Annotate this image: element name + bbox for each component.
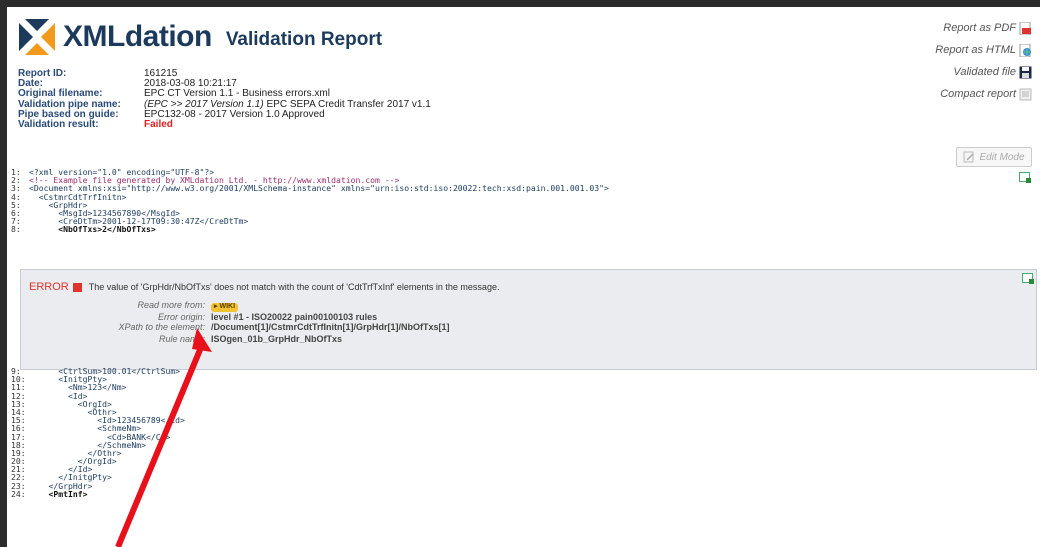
wiki-label: WIKI xyxy=(219,303,236,310)
meta-value-rest: EPC SEPA Credit Transfer 2017 v1.1 xyxy=(263,98,431,110)
code-line: 4: <CstmrCdtTrfInitn> xyxy=(7,192,1040,200)
code-line: 20: </OrgId> xyxy=(7,457,1040,465)
code-line: 22: </InitgPty> xyxy=(7,473,1040,481)
action-label: Validated file xyxy=(953,66,1016,78)
detail-label: Error origin: xyxy=(157,311,205,322)
code-line: 3: <Document xmlns:xsi="http://www.w3.org… xyxy=(7,184,1040,192)
xml-code-view: 1: <?xml version="1.0" encoding="UTF-8"?>… xyxy=(7,168,1040,234)
detail-label: XPath to the element: xyxy=(118,321,205,332)
edit-mode-button[interactable]: Edit Mode xyxy=(956,147,1032,167)
status-badge: Failed xyxy=(144,119,173,131)
action-label: Report as HTML xyxy=(935,44,1016,56)
edit-icon xyxy=(963,151,975,163)
detail-row: Error origin: level #1 - ISO20022 pain00… xyxy=(101,312,450,322)
code-line: 15: <Id>123456789</Id> xyxy=(7,416,1040,424)
report-actions: Report as PDF Report as HTML Validated f… xyxy=(935,17,1032,105)
code-line: 8: <NbOfTxs>2</NbOfTxs> xyxy=(7,225,1040,233)
xml-code-view-bottom: 9: <CtrlSum>100.01</CtrlSum> 10: <InitgPt… xyxy=(7,367,1040,498)
detail-row: Rule name: ISOgen_01b_GrpHdr_NbOfTxs xyxy=(101,334,450,344)
code-line: 12: <Id> xyxy=(7,391,1040,399)
report-as-html-link[interactable]: Report as HTML xyxy=(935,39,1032,61)
code-line: 13: <OrgId> xyxy=(7,400,1040,408)
detail-row: XPath to the element: /Document[1]/Cstmr… xyxy=(101,321,450,332)
error-details: Read more from: ▸ WIKI Error origin: lev… xyxy=(101,300,450,344)
action-label: Report as PDF xyxy=(943,22,1016,34)
detail-value: level #1 - ISO20022 pain00100103 rules xyxy=(211,311,378,322)
line-number: 24: xyxy=(11,488,26,499)
code-line: 18: </SchmeNm> xyxy=(7,440,1040,448)
meta-value-italic: (EPC >> 2017 Version 1.1) xyxy=(144,98,264,110)
code-line: 19: </Othr> xyxy=(7,449,1040,457)
pdf-icon xyxy=(1019,21,1031,35)
line-number: 8: xyxy=(11,224,21,235)
xmldation-logo-icon xyxy=(19,19,55,55)
error-marker-icon xyxy=(72,282,82,292)
code-line: 24: <PmtInf> xyxy=(7,490,1040,498)
detail-value: /Document[1]/CstmrCdtTrfInitn[1]/GrpHdr[… xyxy=(211,321,450,332)
expand-icon[interactable] xyxy=(1019,172,1031,183)
code-line: 17: <Cd>BANK</Cd> xyxy=(7,432,1040,440)
expand-icon[interactable] xyxy=(1022,273,1034,284)
page-title: Validation Report xyxy=(225,29,383,50)
meta-row-result: Validation result: Failed xyxy=(18,119,431,131)
compact-report-link[interactable]: Compact report xyxy=(935,83,1032,105)
report-meta: Report ID: 161215 Date: 2018-03-08 10:21… xyxy=(18,68,431,131)
html-icon xyxy=(1019,43,1031,57)
code-line: 9: <CtrlSum>100.01</CtrlSum> xyxy=(7,367,1040,375)
error-panel: ERROR The value of 'GrpHdr/NbOfTxs' does… xyxy=(20,269,1037,370)
code-lines-top: 1: <?xml version="1.0" encoding="UTF-8"?>… xyxy=(7,168,1040,234)
validated-file-link[interactable]: Validated file xyxy=(935,61,1032,83)
error-header: ERROR The value of 'GrpHdr/NbOfTxs' does… xyxy=(29,281,499,293)
meta-label: Validation result: xyxy=(18,119,99,131)
report-header: XMLdation Validation Report Report ID: 1… xyxy=(7,7,1040,167)
logo: XMLdation Validation Report xyxy=(17,17,382,57)
code-line: 21: </Id> xyxy=(7,465,1040,473)
detail-row: Read more from: ▸ WIKI xyxy=(101,300,450,312)
code-line: 23: </GrpHdr> xyxy=(7,481,1040,489)
wiki-link[interactable]: ▸ WIKI xyxy=(211,302,239,312)
report-as-pdf-link[interactable]: Report as PDF xyxy=(935,17,1032,39)
code-line: 7: <CreDtTm>2001-12-17T09:30:47Z</CreDtT… xyxy=(7,217,1040,225)
error-message: The value of 'GrpHdr/NbOfTxs' does not m… xyxy=(88,282,500,292)
detail-value: ISOgen_01b_GrpHdr_NbOfTxs xyxy=(211,333,343,344)
line-content: <PmtInf> xyxy=(29,488,88,499)
error-label: ERROR xyxy=(29,281,69,293)
save-icon xyxy=(1019,66,1032,78)
code-line: 10: <InitgPty> xyxy=(7,375,1040,383)
detail-label: Rule name: xyxy=(158,333,205,344)
code-lines-bottom: 9: <CtrlSum>100.01</CtrlSum> 10: <InitgPt… xyxy=(7,367,1040,498)
action-label: Compact report xyxy=(940,88,1016,100)
line-content: <NbOfTxs>2</NbOfTxs> xyxy=(29,224,156,235)
report-page: XMLdation Validation Report Report ID: 1… xyxy=(7,7,1040,547)
detail-value: ▸ WIKI xyxy=(211,300,239,312)
document-icon xyxy=(1019,88,1032,100)
detail-label: Read more from: xyxy=(137,300,205,310)
code-line: 11: <Nm>123</Nm> xyxy=(7,383,1040,391)
logo-text: XMLdation xyxy=(63,20,212,53)
edit-mode-label: Edit Mode xyxy=(979,151,1025,163)
